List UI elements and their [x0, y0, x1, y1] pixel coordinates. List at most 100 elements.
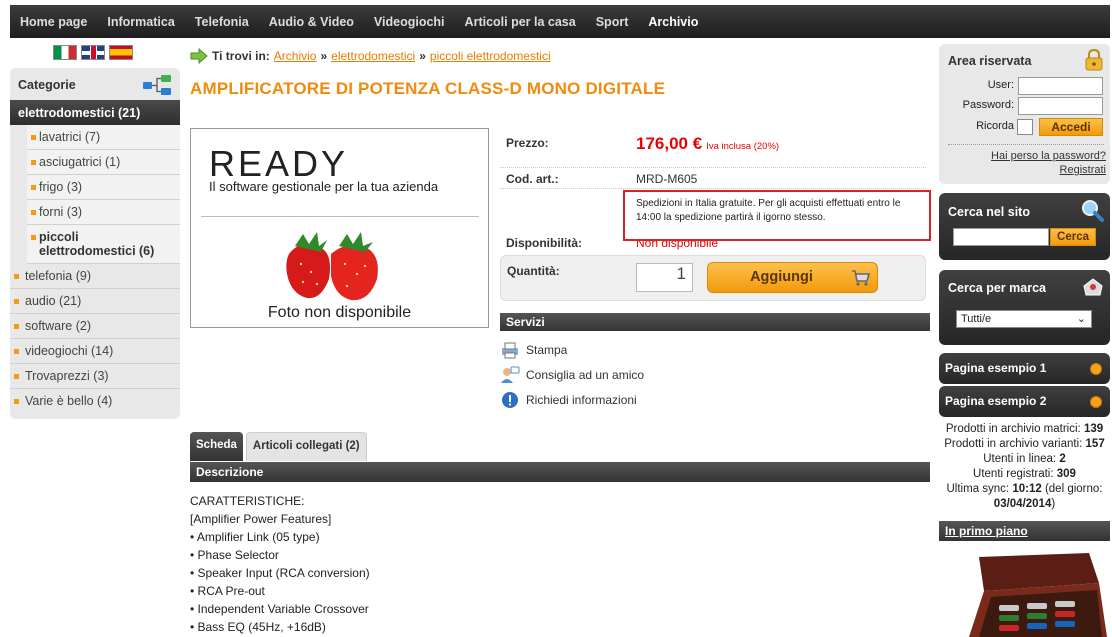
nav-videogiochi[interactable]: Videogiochi	[364, 15, 455, 29]
nav-sport[interactable]: Sport	[586, 15, 639, 29]
description-line: [Amplifier Power Features]	[190, 512, 332, 526]
spanish-flag-icon[interactable]	[109, 45, 133, 60]
stat-label: Utenti in linea:	[983, 453, 1057, 465]
stat-sync: Ultima sync: 10:12 (del giorno: 03/04/20…	[939, 482, 1110, 512]
price-label: Prezzo:	[506, 136, 549, 150]
tab-articoli-collegati[interactable]: Articoli collegati (2)	[245, 432, 367, 461]
description-header: Descrizione	[190, 462, 930, 482]
login-button[interactable]: Accedi	[1039, 118, 1103, 136]
cart-icon	[852, 270, 871, 286]
price-row: Prezzo: 176,00 € Iva inclusa (20%)	[500, 128, 926, 168]
brand-title: Cerca per marca	[948, 281, 1046, 295]
services-header: Servizi	[500, 313, 930, 331]
page-example-1-button[interactable]: Pagina esempio 1	[939, 353, 1110, 384]
featured-link[interactable]: In primo piano	[945, 524, 1028, 538]
category-item[interactable]: Varie è bello (4)	[10, 389, 180, 413]
remember-checkbox[interactable]	[1017, 119, 1033, 135]
subcategory-item-active[interactable]: piccoli elettrodomestici (6)	[27, 225, 180, 264]
category-item[interactable]: Trovaprezzi (3)	[10, 364, 180, 389]
quantity-panel: Quantità: 1 Aggiungi	[500, 255, 926, 301]
stat-value: 139	[1083, 423, 1104, 435]
stat-varianti: Prodotti in archivio varianti: 157	[939, 437, 1110, 452]
forgot-password-link[interactable]: Hai perso la password?	[991, 150, 1106, 162]
divider	[948, 144, 1104, 145]
login-panel: Area riservata User: Password: Ricorda A…	[939, 44, 1110, 184]
search-title: Cerca nel sito	[948, 205, 1030, 219]
service-print[interactable]: Stampa	[500, 341, 567, 359]
breadcrumb-link[interactable]: piccoli elettrodomestici	[430, 49, 551, 63]
nav-audio-video[interactable]: Audio & Video	[259, 15, 364, 29]
info-icon	[502, 392, 518, 408]
stat-matrici: Prodotti in archivio matrici: 139	[939, 422, 1110, 437]
brand-search-panel: Cerca per marca Tutti/e ⌄	[939, 270, 1110, 345]
nav-archivio[interactable]: Archivio	[638, 15, 708, 29]
service-recommend[interactable]: Consiglia ad un amico	[500, 366, 644, 384]
search-input[interactable]	[953, 228, 1049, 246]
add-to-cart-label: Aggiungi	[750, 269, 813, 285]
product-tabs: Scheda Articoli collegati (2)	[190, 432, 367, 461]
recommend-friend-icon	[501, 366, 520, 383]
category-item[interactable]: telefonia (9)	[10, 264, 180, 289]
stat-registrati: Utenti registrati: 309	[939, 467, 1110, 482]
category-item[interactable]: videogiochi (14)	[10, 339, 180, 364]
italian-flag-icon[interactable]	[53, 45, 77, 60]
price-amount: 176,00 €	[636, 134, 703, 153]
service-label: Stampa	[526, 343, 568, 357]
username-input[interactable]	[1018, 77, 1103, 95]
stat-label: Prodotti in archivio varianti:	[944, 438, 1083, 450]
category-item[interactable]: audio (21)	[10, 289, 180, 314]
nav-home[interactable]: Home page	[10, 15, 97, 29]
subcategory-item[interactable]: lavatrici (7)	[27, 125, 180, 150]
subcategory-item[interactable]: asciugatrici (1)	[27, 150, 180, 175]
quantity-input[interactable]: 1	[636, 263, 693, 292]
login-title: Area riservata	[948, 54, 1032, 68]
stat-label: Prodotti in archivio matrici:	[945, 423, 1081, 435]
brand-select[interactable]: Tutti/e ⌄	[956, 310, 1092, 328]
description-body: CARATTERISTICHE: [Amplifier Power Featur…	[190, 492, 370, 636]
subcategory-item[interactable]: frigo (3)	[27, 175, 180, 200]
description-line: • RCA Pre-out	[190, 584, 265, 598]
no-photo-label: Foto non disponibile	[267, 304, 412, 321]
description-line: CARATTERISTICHE:	[190, 494, 305, 508]
breadcrumb-label: Ti trovi in:	[212, 49, 270, 63]
category-item[interactable]: software (2)	[10, 314, 180, 339]
product-image[interactable]: READY Il software gestionale per la tua …	[190, 128, 489, 328]
featured-product-image[interactable]	[939, 543, 1110, 637]
subcategory-item[interactable]: forni (3)	[27, 200, 180, 225]
bullet-icon	[1091, 397, 1101, 407]
product-title: AMPLIFICATORE DI POTENZA CLASS-D MONO DI…	[190, 79, 666, 98]
site-search-panel: Cerca nel sito Cerca	[939, 193, 1110, 260]
shipping-note: Spedizioni in Italia gratuite. Per gli a…	[623, 190, 931, 241]
service-label: Consiglia ad un amico	[526, 368, 645, 382]
tab-scheda[interactable]: Scheda	[190, 432, 243, 461]
search-button[interactable]: Cerca	[1050, 228, 1096, 246]
nav-informatica[interactable]: Informatica	[97, 15, 184, 29]
divider	[201, 216, 479, 217]
nav-articoli-casa[interactable]: Articoli per la casa	[455, 15, 586, 29]
breadcrumb-link[interactable]: Archivio	[274, 49, 317, 63]
strawberries-icon	[286, 232, 378, 301]
price-value: 176,00 € Iva inclusa (20%)	[636, 134, 779, 154]
stat-value: 157	[1085, 438, 1105, 450]
page-example-2-button[interactable]: Pagina esempio 2	[939, 386, 1110, 417]
category-active[interactable]: elettrodomestici (21)	[10, 100, 180, 125]
english-flag-icon[interactable]	[81, 45, 105, 60]
description-line: • Amplifier Link (05 type)	[190, 530, 320, 544]
stat-online: Utenti in linea: 2	[939, 452, 1110, 467]
register-link[interactable]: Registrati	[1060, 164, 1106, 176]
page-button-label: Pagina esempio 1	[945, 361, 1047, 375]
breadcrumb-separator: »	[419, 49, 426, 63]
description-line: • Independent Variable Crossover	[190, 602, 369, 616]
add-to-cart-button[interactable]: Aggiungi	[707, 262, 878, 293]
password-input[interactable]	[1018, 97, 1103, 115]
user-label: User:	[987, 79, 1014, 91]
chevron-down-icon: ⌄	[1076, 313, 1086, 325]
featured-header: In primo piano	[939, 521, 1110, 541]
bullet-icon	[1091, 364, 1101, 374]
sitemap-icon	[143, 75, 171, 95]
breadcrumb-link[interactable]: elettrodomestici	[331, 49, 415, 63]
remember-label: Ricorda	[976, 120, 1014, 132]
lock-icon	[1085, 49, 1103, 71]
service-info-request[interactable]: Richiedi informazioni	[500, 391, 637, 409]
nav-telefonia[interactable]: Telefonia	[185, 15, 259, 29]
